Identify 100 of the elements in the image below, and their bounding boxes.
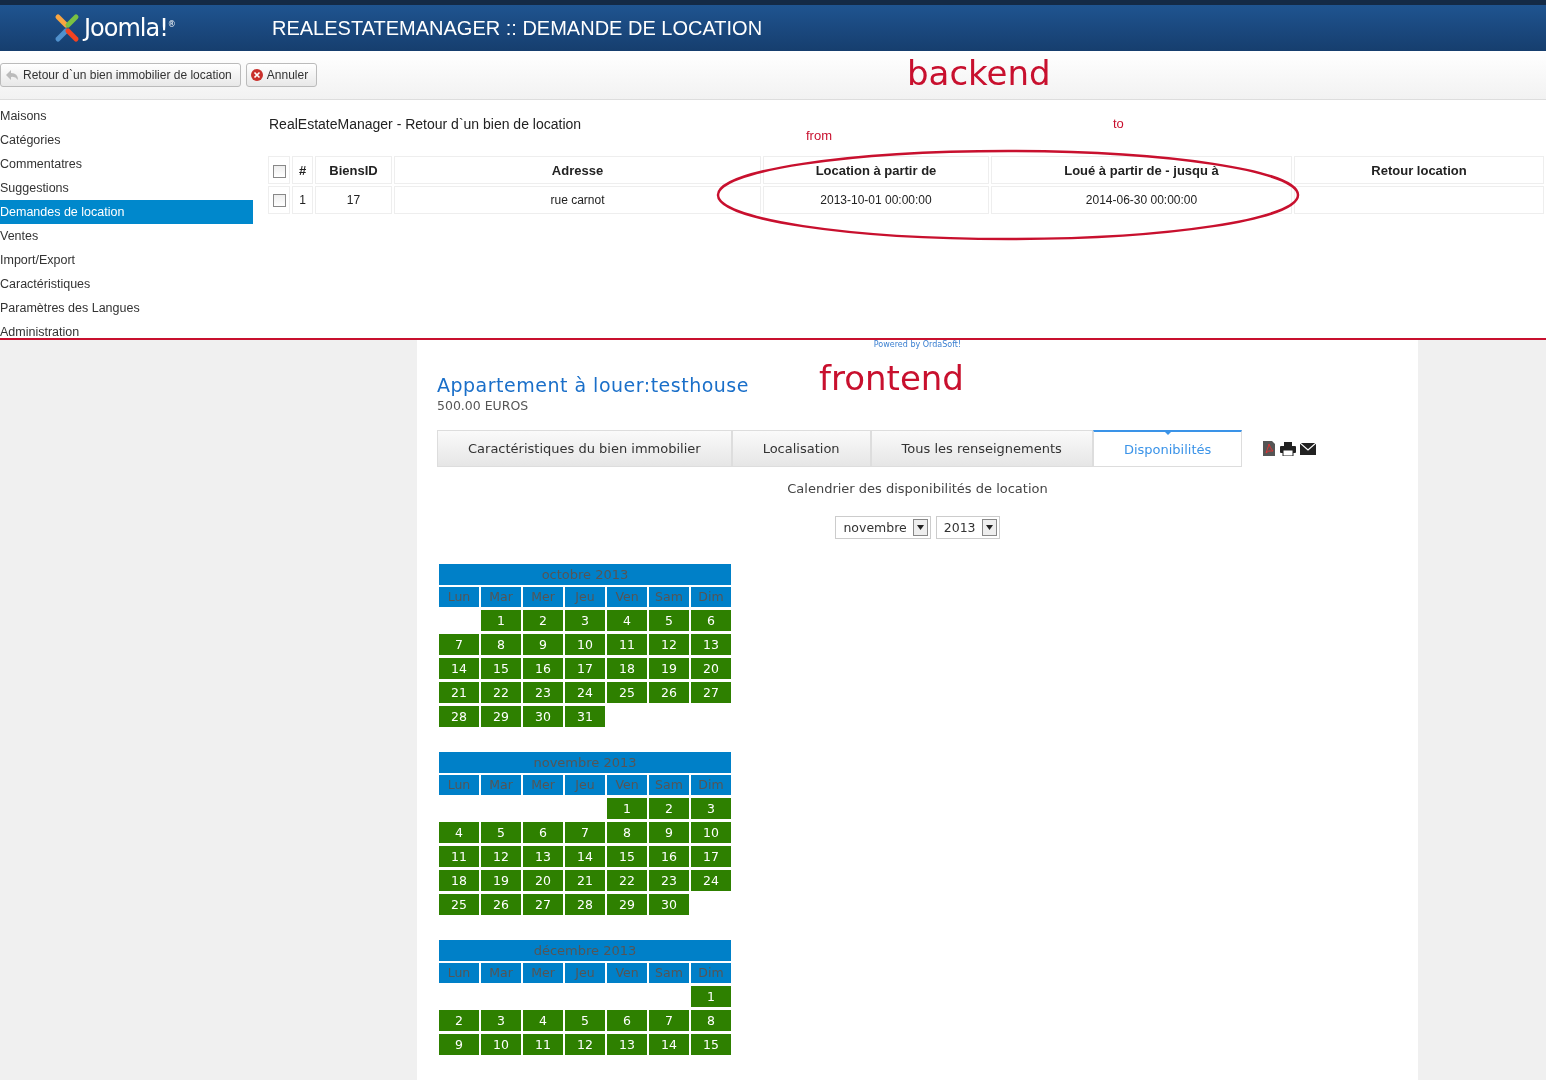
day-cell[interactable]: 24	[691, 870, 731, 891]
sidebar-item[interactable]: Ventes	[0, 224, 253, 248]
day-cell[interactable]: 14	[565, 846, 605, 867]
weekday-header: Mar	[481, 963, 521, 983]
day-cell[interactable]: 10	[691, 822, 731, 843]
day-cell[interactable]: 10	[565, 634, 605, 655]
cancel-button[interactable]: Annuler	[245, 63, 318, 87]
day-cell[interactable]: 7	[565, 822, 605, 843]
day-cell[interactable]: 7	[649, 1010, 689, 1031]
day-cell[interactable]: 17	[565, 658, 605, 679]
day-cell[interactable]: 23	[523, 682, 563, 703]
sidebar-item[interactable]: Caractéristiques	[0, 272, 253, 296]
sidebar-item[interactable]: Maisons	[0, 104, 253, 128]
day-cell[interactable]: 4	[607, 610, 647, 631]
mail-icon[interactable]	[1300, 442, 1317, 455]
day-cell[interactable]: 2	[523, 610, 563, 631]
day-cell[interactable]: 13	[691, 634, 731, 655]
day-cell[interactable]: 29	[481, 706, 521, 727]
tab[interactable]: Caractéristiques du bien immobilier	[437, 430, 732, 467]
print-icon[interactable]	[1280, 441, 1297, 456]
day-cell[interactable]: 27	[691, 682, 731, 703]
day-cell[interactable]: 12	[649, 634, 689, 655]
day-cell[interactable]: 12	[565, 1034, 605, 1055]
day-cell[interactable]: 13	[607, 1034, 647, 1055]
day-cell[interactable]: 31	[565, 706, 605, 727]
day-cell[interactable]: 1	[481, 610, 521, 631]
day-cell[interactable]: 4	[523, 1010, 563, 1031]
day-cell[interactable]: 20	[691, 658, 731, 679]
return-button[interactable]: Retour d`un bien immobilier de location	[0, 63, 241, 87]
checkbox[interactable]	[272, 194, 286, 208]
day-cell[interactable]: 9	[439, 1034, 479, 1055]
sidebar-item[interactable]: Catégories	[0, 128, 253, 152]
day-cell[interactable]: 26	[481, 894, 521, 915]
month-dropdown[interactable]: novembre	[835, 516, 931, 539]
tab[interactable]: Disponibilités	[1092, 430, 1243, 467]
day-cell[interactable]: 5	[481, 822, 521, 843]
day-cell[interactable]: 22	[481, 682, 521, 703]
day-cell[interactable]: 6	[607, 1010, 647, 1031]
day-cell[interactable]: 28	[439, 706, 479, 727]
day-cell[interactable]: 11	[607, 634, 647, 655]
day-cell[interactable]: 24	[565, 682, 605, 703]
day-cell[interactable]: 9	[649, 822, 689, 843]
day-cell[interactable]: 17	[691, 846, 731, 867]
day-cell[interactable]: 3	[481, 1010, 521, 1031]
day-cell[interactable]: 11	[439, 846, 479, 867]
day-cell[interactable]: 15	[607, 846, 647, 867]
day-cell[interactable]: 13	[523, 846, 563, 867]
day-cell[interactable]: 25	[439, 894, 479, 915]
day-cell[interactable]: 6	[691, 610, 731, 631]
day-cell[interactable]: 29	[607, 894, 647, 915]
day-cell[interactable]: 25	[607, 682, 647, 703]
tab[interactable]: Localisation	[731, 430, 871, 467]
day-cell[interactable]: 1	[691, 986, 731, 1007]
day-cell[interactable]: 21	[439, 682, 479, 703]
sidebar-item[interactable]: Import/Export	[0, 248, 253, 272]
sidebar-item[interactable]: Demandes de location	[0, 200, 253, 224]
day-cell[interactable]: 28	[565, 894, 605, 915]
day-cell[interactable]: 19	[649, 658, 689, 679]
day-cell[interactable]: 23	[649, 870, 689, 891]
day-cell[interactable]: 30	[649, 894, 689, 915]
day-cell[interactable]: 30	[523, 706, 563, 727]
day-cell[interactable]: 2	[439, 1010, 479, 1031]
day-cell[interactable]: 10	[481, 1034, 521, 1055]
tab[interactable]: Tous les renseignements	[870, 430, 1093, 467]
day-cell[interactable]: 19	[481, 870, 521, 891]
day-cell[interactable]: 12	[481, 846, 521, 867]
day-cell[interactable]: 21	[565, 870, 605, 891]
day-cell[interactable]: 16	[649, 846, 689, 867]
sidebar-item[interactable]: Suggestions	[0, 176, 253, 200]
day-cell[interactable]: 9	[523, 634, 563, 655]
day-cell[interactable]: 1	[607, 798, 647, 819]
day-cell[interactable]: 6	[523, 822, 563, 843]
sidebar-item[interactable]: Commentatres	[0, 152, 253, 176]
pdf-icon[interactable]	[1262, 441, 1277, 456]
day-cell[interactable]: 8	[481, 634, 521, 655]
day-cell[interactable]: 15	[481, 658, 521, 679]
day-cell[interactable]: 5	[649, 610, 689, 631]
day-cell[interactable]: 5	[565, 1010, 605, 1031]
day-cell[interactable]: 22	[607, 870, 647, 891]
day-cell[interactable]: 2	[649, 798, 689, 819]
sidebar-item[interactable]: Administration	[0, 320, 253, 344]
day-cell[interactable]: 18	[607, 658, 647, 679]
day-cell[interactable]: 14	[439, 658, 479, 679]
day-cell[interactable]: 3	[691, 798, 731, 819]
day-cell[interactable]: 7	[439, 634, 479, 655]
day-cell[interactable]: 26	[649, 682, 689, 703]
day-cell[interactable]: 20	[523, 870, 563, 891]
day-cell[interactable]: 14	[649, 1034, 689, 1055]
day-cell[interactable]: 8	[607, 822, 647, 843]
day-cell[interactable]: 16	[523, 658, 563, 679]
day-cell[interactable]: 8	[691, 1010, 731, 1031]
day-cell[interactable]: 18	[439, 870, 479, 891]
year-dropdown[interactable]: 2013	[935, 516, 1000, 539]
checkbox[interactable]	[272, 164, 286, 178]
day-cell[interactable]: 15	[691, 1034, 731, 1055]
day-cell[interactable]: 11	[523, 1034, 563, 1055]
day-cell[interactable]: 3	[565, 610, 605, 631]
sidebar-item[interactable]: Paramètres des Langues	[0, 296, 253, 320]
day-cell[interactable]: 27	[523, 894, 563, 915]
day-cell[interactable]: 4	[439, 822, 479, 843]
